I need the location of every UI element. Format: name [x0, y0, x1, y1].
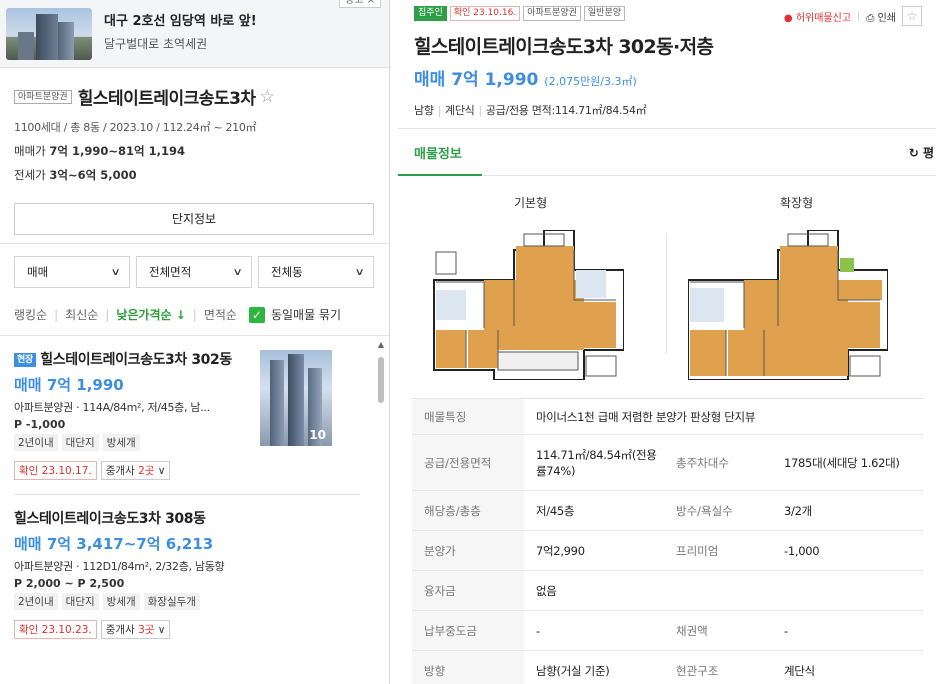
- refresh-icon: ↻: [908, 146, 919, 160]
- listing-price: 매매 7억 3,417~7억 6,213: [14, 535, 214, 553]
- ad-title: 대구 2호선 임당역 바로 앞!: [104, 13, 257, 29]
- type-tag: 아파트분양권: [523, 6, 581, 21]
- listing-photo[interactable]: 10: [260, 350, 332, 446]
- complex-type-tag: 아파트분양권: [14, 89, 72, 104]
- scroll-thumb[interactable]: [378, 357, 384, 403]
- chevron-down-icon: ∨: [110, 266, 121, 278]
- complex-sale-price: 매매가 7억 1,990~81억 1,194: [14, 144, 185, 158]
- listing-desc: 아파트분양권 · 112D1/84m², 2/32층, 남동향: [14, 560, 225, 573]
- list-item[interactable]: 현장 힐스테이트레이크송도3차 302동 매매 7억 1,990 아파트분양권 …: [0, 336, 389, 495]
- filter-bar: 매매 ∨ 전체면적 ∨ 전체동 ∨: [0, 244, 389, 288]
- scroll-up-icon[interactable]: ▲: [376, 340, 386, 349]
- badge: 대단지: [61, 434, 99, 451]
- area-select[interactable]: 전체면적 ∨: [136, 256, 252, 288]
- listing-title: 현장 힐스테이트레이크송도3차 302동: [14, 350, 246, 370]
- detail-panel: 집주인 확인 23.10.16. 아파트분양권 일반분양 ● 허위매물신고 | …: [398, 0, 936, 684]
- ad-thumbnail: [6, 7, 92, 60]
- ad-subtitle: 달구벌대로 초역세권: [104, 36, 208, 51]
- listing-info-table: 매물특징 마이너스1천 급매 저렴한 분양가 판상형 단지뷰 공급/전용면적 1…: [412, 398, 924, 684]
- chevron-down-icon: ∨: [354, 266, 365, 278]
- check-icon: ✓: [248, 306, 265, 323]
- confirm-date: 확인 23.10.17.: [14, 461, 97, 480]
- agent-count-dropdown[interactable]: 중개사 3곳 ∨: [100, 620, 171, 639]
- plan-ext-label: 확장형: [780, 196, 814, 210]
- complex-info-button[interactable]: 단지정보: [14, 203, 374, 235]
- listing-price: 매매 7억 1,990: [14, 376, 124, 394]
- agent-count-dropdown[interactable]: 중개사 2곳 ∨: [100, 461, 171, 480]
- trade-type-select[interactable]: 매매 ∨: [14, 256, 130, 288]
- siren-icon: ●: [783, 12, 793, 24]
- floor-plan-basic[interactable]: [424, 230, 624, 380]
- listing-premium: P 2,000 ~ P 2,500: [14, 577, 125, 590]
- complex-info: 1100세대 / 총 8동 / 2023.10 / 112.24㎡ ~ 210㎡: [14, 121, 257, 134]
- favorite-star-icon[interactable]: ☆: [902, 6, 922, 26]
- confirm-tag: 확인 23.10.16.: [449, 6, 521, 21]
- plan-basic-label: 기본형: [514, 196, 548, 210]
- owner-tag: 집주인: [414, 6, 447, 21]
- favorite-star-icon[interactable]: ☆: [260, 87, 275, 107]
- detail-tabbar: 매물정보 ↻ 평: [398, 128, 936, 176]
- detail-price: 매매 7억 1,990 (2,075만원/3.3㎡): [414, 70, 637, 90]
- list-scrollbar[interactable]: ▲: [376, 340, 386, 684]
- table-row: 해당층/총층 저/45층 방수/욕실수 3/2개: [412, 491, 924, 531]
- chevron-down-icon: ∨: [232, 266, 243, 278]
- confirm-date: 확인 23.10.23.: [14, 620, 97, 639]
- listing-premium: P -1,000: [14, 418, 66, 431]
- ad-corner-tab[interactable]: 광고 ×: [339, 0, 381, 8]
- badge: 2년이내: [14, 434, 58, 451]
- sort-latest[interactable]: 최신순: [65, 306, 98, 323]
- badge: 2년이내: [14, 593, 58, 610]
- table-row: 분양가 7억2,990 프리미엄 -1,000: [412, 531, 924, 571]
- complex-name[interactable]: 힐스테이트레이크송도3차: [78, 84, 256, 109]
- list-item[interactable]: 힐스테이트레이크송도3차 308동 매매 7억 3,417~7억 6,213 아…: [0, 495, 389, 639]
- listing-desc: 아파트분양권 · 114A/84m², 저/45층, 남...: [14, 401, 210, 414]
- pyeong-toggle[interactable]: ↻ 평: [909, 144, 934, 161]
- badge: 방세개: [102, 593, 140, 610]
- table-row: 납부중도금 - 채권액 -: [412, 611, 924, 651]
- listing-badges: 2년이내 대단지 방세개 화장실두개: [14, 593, 389, 610]
- complex-jeonse-price: 전세가 3억~6억 5,000: [14, 168, 137, 182]
- listing-badges: 2년이내 대단지 방세개: [14, 434, 389, 451]
- table-row: 방향 남향(거실 기준) 현관구조 계단식: [412, 651, 924, 684]
- complex-summary: 아파트분양권 힐스테이트레이크송도3차 ☆ 1100세대 / 총 8동 / 20…: [0, 68, 389, 244]
- badge: 방세개: [102, 434, 140, 451]
- print-button[interactable]: ⎙ 인쇄: [866, 9, 896, 24]
- listing-panel: 대구 2호선 임당역 바로 앞! 달구벌대로 초역세권 광고 × 아파트분양권 …: [0, 0, 390, 684]
- sort-area[interactable]: 면적순: [204, 306, 237, 323]
- badge: 대단지: [61, 593, 99, 610]
- print-icon: ⎙: [866, 12, 875, 24]
- listing-title: 힐스테이트레이크송도3차 308동: [14, 511, 206, 527]
- table-row: 공급/전용면적 114.71㎡/84.54㎡(전용률74%) 총주차대수 178…: [412, 435, 924, 491]
- detail-title: 힐스테이트레이크송도3차 302동·저층: [414, 36, 714, 58]
- feature-key: 매물특징: [412, 399, 524, 434]
- floor-plans: 기본형 확장형: [414, 190, 920, 390]
- report-button[interactable]: ● 허위매물신고: [784, 9, 851, 24]
- sort-bar: 랭킹순 | 최신순 | 낮은가격순 ↓ | 면적순 ✓ 동일매물 묶기: [14, 306, 342, 323]
- floor-plan-extended[interactable]: [688, 230, 888, 380]
- sort-low-price[interactable]: 낮은가격순 ↓: [116, 306, 185, 323]
- detail-spec: 남향 | 계단식 | 공급/전용 면적:114.71㎡/84.54㎡: [414, 104, 647, 117]
- group-same-listing-checkbox[interactable]: ✓ 동일매물 묶기: [248, 306, 341, 323]
- sale-type-tag: 일반분양: [583, 6, 626, 21]
- ad-banner[interactable]: 대구 2호선 임당역 바로 앞! 달구벌대로 초역세권 광고 ×: [0, 0, 389, 68]
- tab-listing-info[interactable]: 매물정보: [414, 143, 462, 162]
- badge: 화장실두개: [143, 593, 200, 610]
- sort-ranking[interactable]: 랭킹순: [14, 306, 47, 323]
- detail-actions: ● 허위매물신고 | ⎙ 인쇄 ☆: [784, 6, 922, 26]
- photo-count: 10: [309, 428, 326, 442]
- onsite-tag: 현장: [14, 353, 36, 367]
- table-row: 융자금 없음: [412, 571, 924, 611]
- dong-select[interactable]: 전체동 ∨: [258, 256, 374, 288]
- table-row: 매물특징 마이너스1천 급매 저렴한 분양가 판상형 단지뷰: [412, 399, 924, 435]
- feature-value: 마이너스1천 급매 저렴한 분양가 판상형 단지뷰: [536, 409, 756, 424]
